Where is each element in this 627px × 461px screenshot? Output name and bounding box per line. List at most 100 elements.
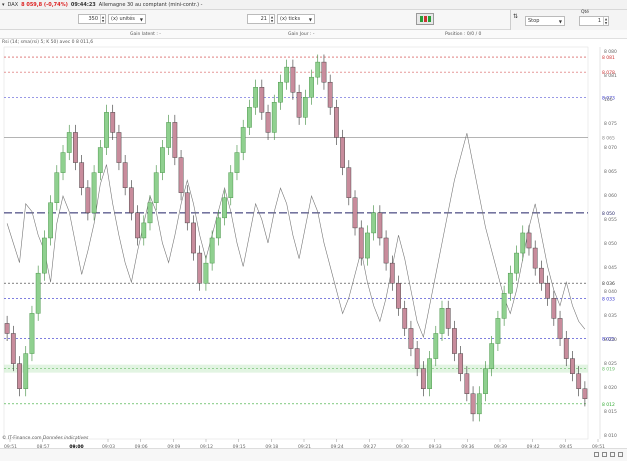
- stepper-arrows-icon[interactable]: ▲ ▼: [603, 17, 608, 25]
- candle-body: [234, 152, 240, 173]
- candle-body: [184, 192, 190, 224]
- candle-body: [315, 61, 321, 78]
- candle-body: [135, 212, 140, 239]
- candle-body: [10, 333, 16, 364]
- candle-body: [253, 87, 258, 108]
- candle-body: [414, 348, 420, 369]
- candle-body: [290, 66, 296, 93]
- candle-body: [470, 393, 476, 415]
- y-tick-label: 8 055: [604, 217, 617, 223]
- ticks-count-stepper[interactable]: 21 ▲ ▼: [247, 14, 275, 24]
- candle-body: [29, 313, 35, 354]
- candle-body: [271, 102, 277, 133]
- candle-body: [247, 107, 252, 128]
- candle-body: [228, 172, 234, 198]
- instrument-bar: ▾ DAX 8 059,8 (-0,74%) 09:44:23 Allemagn…: [0, 0, 627, 10]
- y-tick-label: 8 045: [604, 265, 617, 271]
- bars-unit-select[interactable]: (x) unités ▼: [108, 14, 146, 24]
- candle-body: [147, 202, 153, 224]
- candle-body: [296, 92, 302, 118]
- candle-body: [160, 147, 165, 173]
- zoom-in-icon[interactable]: [602, 452, 607, 457]
- candle-body: [172, 122, 178, 158]
- candle-body: [48, 202, 53, 239]
- position-status-bar: Gain latent : - Gain Jour : - Position :…: [0, 30, 627, 39]
- candle-body: [501, 293, 507, 319]
- candle-body: [60, 152, 66, 173]
- candle-body: [526, 232, 532, 249]
- candle-body: [23, 353, 29, 389]
- y-tick-label: 8 065: [604, 169, 617, 175]
- candle-body: [402, 308, 408, 329]
- stepper-arrows-icon[interactable]: ▲ ▼: [269, 15, 274, 23]
- order-direction-icon[interactable]: ⇅: [513, 13, 518, 20]
- candle-red-icon: [423, 16, 427, 22]
- ticks-unit-select[interactable]: (x) ticks ▼: [277, 14, 315, 24]
- y-tick-label: 8 025: [604, 361, 617, 367]
- settings-icon[interactable]: [618, 452, 623, 457]
- level-label: 8 019: [602, 367, 615, 373]
- candle-body: [340, 137, 345, 168]
- candle-body: [334, 107, 339, 138]
- candle-body: [495, 318, 501, 344]
- instrument-description: Allemagne 30 au comptant (mini-contr.) -: [98, 1, 203, 8]
- candle-green-icon: [427, 16, 431, 22]
- candle-body: [383, 237, 389, 264]
- candle-body: [17, 363, 22, 389]
- y-tick-label: 8 030: [604, 337, 617, 343]
- chart-footer: [0, 448, 627, 461]
- candle-body: [420, 368, 426, 389]
- candle-body: [309, 76, 314, 98]
- order-qty-stepper[interactable]: 1 ▲ ▼: [579, 16, 609, 26]
- candle-body: [476, 393, 482, 415]
- stepper-arrows-icon[interactable]: ▲ ▼: [100, 15, 105, 23]
- candle-body: [452, 328, 457, 354]
- candle-body: [203, 262, 209, 284]
- candle-body: [507, 272, 513, 294]
- chevron-down-icon[interactable]: ▾: [2, 2, 5, 8]
- level-label: 8 065: [602, 135, 615, 141]
- gain-latent: Gain latent : -: [130, 32, 161, 37]
- order-type-select[interactable]: Stop ▼: [525, 16, 565, 26]
- level-label: 8 033: [602, 296, 615, 302]
- y-tick-label: 8 040: [604, 289, 617, 295]
- chevron-down-icon: ▼: [308, 17, 312, 22]
- fit-icon[interactable]: [610, 452, 615, 457]
- chevron-down-icon: ▼: [558, 19, 562, 24]
- candle-body: [91, 172, 97, 214]
- candle-body: [371, 212, 377, 234]
- candle-body: [54, 172, 60, 203]
- candle-body: [389, 262, 395, 284]
- candle-body: [489, 343, 495, 369]
- zoom-out-icon[interactable]: [594, 452, 599, 457]
- candle-body: [576, 373, 582, 389]
- candle-body: [141, 222, 147, 239]
- candle-body: [321, 61, 327, 83]
- instrument-name[interactable]: DAX: [8, 2, 19, 8]
- qty-label: Qté: [581, 10, 590, 15]
- candle-body: [377, 212, 383, 239]
- candle-body: [445, 308, 451, 329]
- candle-body: [539, 267, 544, 284]
- candle-body: [209, 237, 215, 264]
- candle-body: [222, 197, 227, 219]
- level-label: 8 081: [602, 55, 615, 61]
- candle-body: [240, 127, 246, 153]
- candle-body: [458, 353, 464, 374]
- price-chart[interactable]: 8 0738 0658 0508 0368 0338 0258 0198 012…: [0, 39, 627, 448]
- candle-body: [35, 272, 41, 314]
- y-tick-label: 8 080: [604, 49, 617, 55]
- candle-body: [259, 87, 265, 113]
- candle-body: [464, 373, 470, 394]
- chevron-down-icon: ▼: [139, 17, 143, 22]
- candle-body: [66, 132, 72, 153]
- position-info: Position : 0/0 / 0: [445, 32, 482, 37]
- chart-type-button[interactable]: [416, 13, 434, 25]
- order-panel: ⇅ Qté Stop ▼ 1 ▲ ▼: [510, 10, 627, 30]
- candle-body: [557, 318, 563, 339]
- candle-body: [278, 81, 283, 103]
- bars-count-stepper[interactable]: 350 ▲ ▼: [78, 14, 106, 24]
- y-tick-label: 8 060: [604, 193, 617, 199]
- candle-body: [284, 66, 290, 83]
- level-label: 8 012: [602, 402, 615, 408]
